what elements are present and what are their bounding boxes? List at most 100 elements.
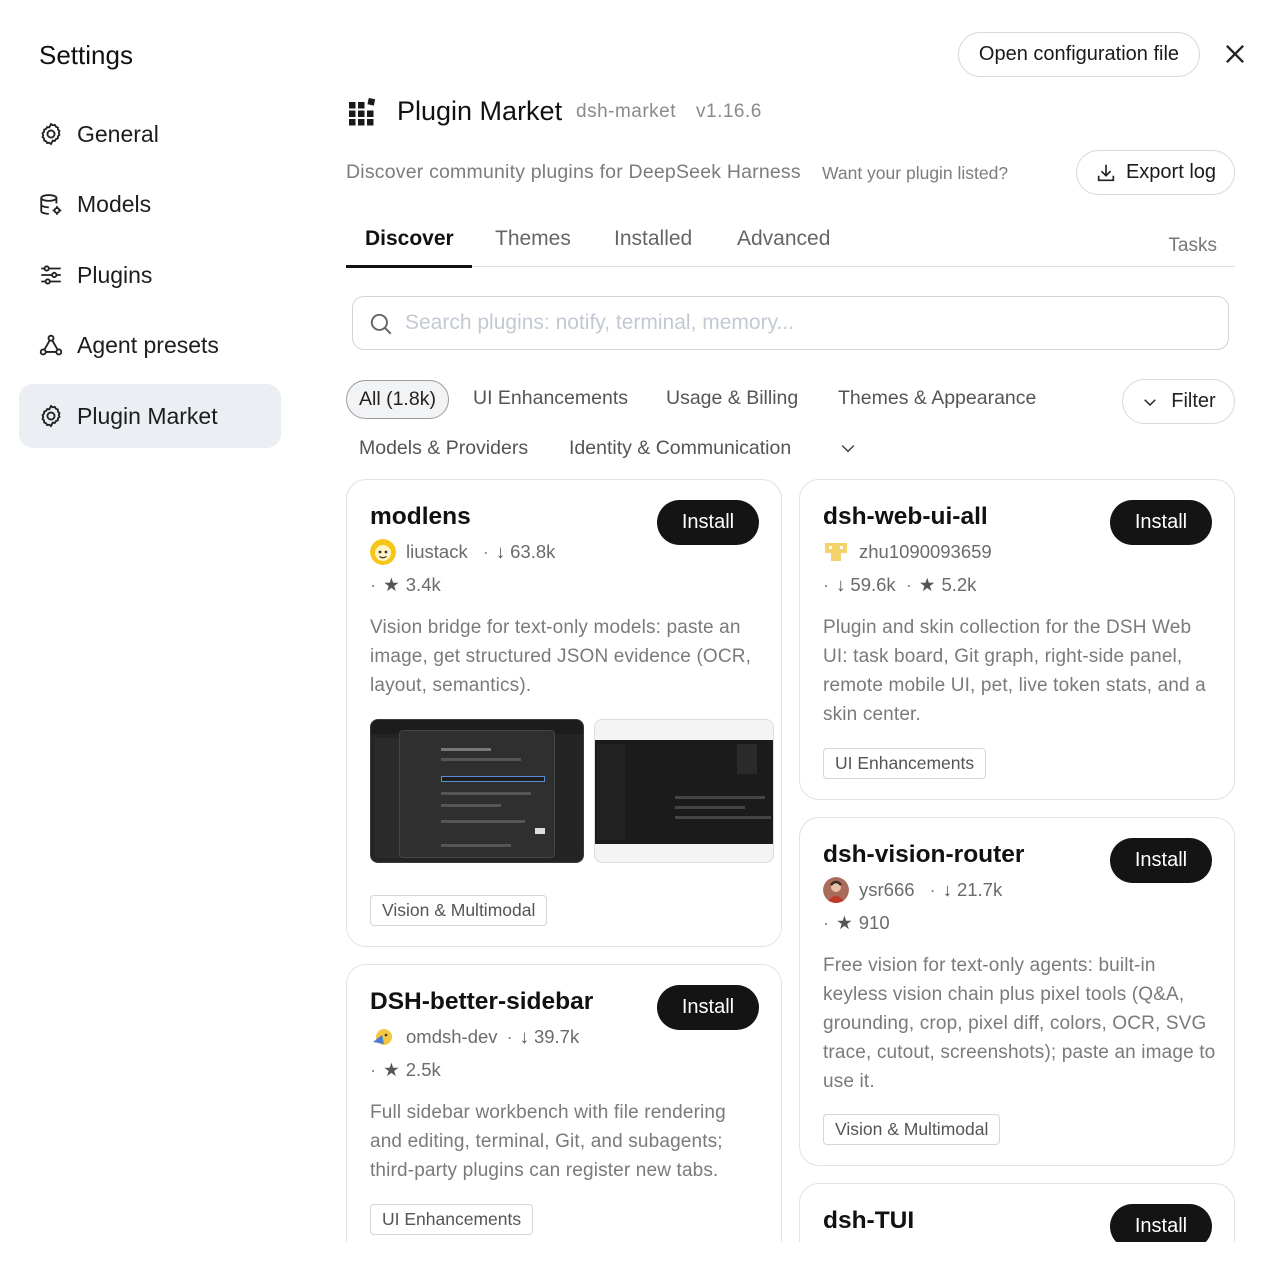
author-avatar	[823, 539, 849, 565]
plugin-stars: 2.5k	[405, 1059, 441, 1080]
search-icon	[370, 313, 392, 335]
market-version: v1.16.6	[696, 101, 762, 122]
page-subtitle: Discover community plugins for DeepSeek …	[346, 161, 801, 183]
nav-item-plugins[interactable]: Plugins	[19, 243, 281, 307]
settings-nav: General Models Plugins Agent presets Plu…	[19, 102, 281, 455]
nav-item-label: Agent presets	[77, 332, 219, 358]
nav-item-models[interactable]: Models	[19, 173, 281, 237]
plugin-card-dsh-web-ui-all[interactable]: dsh-web-ui-all Install zhu1090093659 · ↓…	[799, 479, 1235, 800]
nodes-icon	[37, 332, 65, 360]
star-icon: ★	[383, 574, 400, 595]
author-avatar	[823, 877, 849, 903]
install-button[interactable]: Install	[657, 985, 759, 1030]
plugin-meta-row: zhu1090093659	[823, 539, 992, 565]
plugin-stars: 3.4k	[405, 574, 441, 595]
plugin-meta-row: liustack · ↓ 63.8k	[370, 539, 555, 565]
plugin-author[interactable]: zhu1090093659	[859, 541, 992, 563]
plugin-downloads: 21.7k	[956, 879, 1003, 900]
plugin-stats-row: · ↓ 59.6k · ★ 5.2k	[823, 574, 976, 596]
plugin-description: Vision bridge for text-only models: past…	[370, 617, 752, 696]
settings-title: Settings	[39, 40, 133, 70]
author-avatar	[370, 1024, 396, 1050]
tasks-link[interactable]: Tasks	[1168, 235, 1217, 257]
star-icon: ★	[383, 1059, 400, 1080]
plugin-description: Full sidebar workbench with file renderi…	[370, 1102, 726, 1181]
filter-label: Filter	[1171, 390, 1216, 412]
separator-dot: ·	[905, 574, 912, 595]
star-icon: ★	[836, 912, 853, 933]
separator-dot: ·	[370, 574, 377, 595]
plugin-stars: 5.2k	[941, 574, 977, 595]
download-icon	[1097, 164, 1115, 181]
plugin-downloads: 39.7k	[533, 1026, 580, 1047]
category-chip-themes-appearance[interactable]: Themes & Appearance	[838, 387, 1036, 410]
market-id: dsh-market	[576, 101, 677, 122]
download-icon: ↓	[519, 1026, 529, 1047]
tab-bar: Discover Themes Installed Advanced Tasks	[346, 218, 1235, 268]
plugin-category-tag[interactable]: UI Enhancements	[370, 1204, 534, 1235]
page-title: Plugin Market	[397, 96, 563, 126]
plugin-author[interactable]: liustack	[406, 541, 468, 563]
plugin-market-logo-icon	[348, 97, 376, 126]
install-button[interactable]: Install	[1110, 500, 1212, 545]
download-icon: ↓	[836, 574, 846, 595]
separator-dot: ·	[370, 1059, 377, 1080]
close-icon[interactable]	[1221, 40, 1249, 68]
plugin-card-modlens[interactable]: modlens Install liustack · ↓ 63.8k · ★ 3…	[346, 479, 782, 947]
export-log-button[interactable]: Export log	[1076, 150, 1235, 195]
want-listed-link[interactable]: Want your plugin listed?	[822, 163, 1008, 184]
nav-item-plugin-market[interactable]: Plugin Market	[19, 384, 281, 448]
plugin-card-dsh-better-sidebar[interactable]: DSH-better-sidebar Install omdsh-dev · ↓…	[346, 964, 782, 1280]
plugin-description: Plugin and skin collection for the DSH W…	[823, 617, 1206, 725]
category-chip-ui-enhancements[interactable]: UI Enhancements	[473, 387, 628, 410]
tab-discover[interactable]: Discover	[365, 227, 454, 251]
plugin-stars-row: · ★ 3.4k	[370, 574, 441, 596]
plugin-stars-row: · ★ 910	[823, 912, 890, 934]
active-tab-indicator	[346, 265, 472, 268]
star-icon: ★	[918, 574, 936, 595]
nav-item-general[interactable]: General	[19, 102, 281, 166]
chevron-down-icon[interactable]	[838, 438, 858, 458]
nav-item-label: Plugins	[77, 261, 153, 288]
export-log-label: Export log	[1125, 161, 1217, 183]
open-config-button[interactable]: Open configuration file	[958, 32, 1200, 77]
nav-item-label: General	[77, 120, 159, 147]
chevron-down-icon	[1144, 398, 1157, 406]
download-icon: ↓	[495, 541, 506, 562]
gear-icon	[37, 402, 65, 430]
category-chip-identity-communication[interactable]: Identity & Communication	[569, 437, 791, 460]
plugin-meta-row: ysr666 · ↓ 21.7k	[823, 877, 1002, 903]
plugin-name: dsh-vision-router	[823, 841, 1025, 868]
plugin-category-tag[interactable]: Vision & Multimodal	[823, 1114, 1001, 1145]
download-icon: ↓	[942, 879, 952, 900]
plugin-description: Free vision for text-only agents: built-…	[823, 955, 1216, 1092]
category-chip-usage-billing[interactable]: Usage & Billing	[666, 387, 798, 410]
nav-item-agent-presets[interactable]: Agent presets	[19, 314, 281, 378]
tab-installed[interactable]: Installed	[614, 227, 692, 251]
plugin-name: DSH-better-sidebar	[370, 988, 594, 1015]
separator-dot: ·	[823, 574, 830, 595]
filter-button[interactable]: Filter	[1122, 379, 1235, 424]
nav-item-label: Models	[77, 191, 152, 217]
plugin-author[interactable]: ysr666	[859, 879, 915, 901]
plugin-name: dsh-web-ui-all	[823, 503, 988, 530]
search-input[interactable]	[405, 297, 1205, 349]
plugin-category-tag[interactable]: UI Enhancements	[823, 748, 987, 779]
install-button[interactable]: Install	[657, 500, 759, 545]
nav-item-label: Plugin Market	[77, 402, 218, 429]
plugin-screenshot[interactable]	[594, 719, 774, 863]
category-chip-all[interactable]: All (1.8k)	[346, 380, 449, 419]
plugin-category-tag[interactable]: Vision & Multimodal	[370, 895, 548, 926]
scroll-area-bottom-edge	[300, 1242, 1280, 1280]
separator-dot: ·	[506, 1026, 513, 1047]
plugin-meta-row: omdsh-dev · ↓ 39.7k	[370, 1024, 579, 1050]
database-gear-icon	[37, 191, 65, 219]
plugin-author[interactable]: omdsh-dev	[406, 1026, 498, 1048]
plugin-screenshot[interactable]	[370, 719, 584, 863]
tab-advanced[interactable]: Advanced	[737, 227, 830, 251]
install-button[interactable]: Install	[1110, 838, 1212, 883]
gear-icon	[37, 120, 65, 148]
tab-themes[interactable]: Themes	[495, 227, 571, 251]
plugin-card-dsh-vision-router[interactable]: dsh-vision-router Install ysr666 · ↓ 21.…	[799, 817, 1235, 1166]
category-chip-models-providers[interactable]: Models & Providers	[359, 437, 528, 460]
